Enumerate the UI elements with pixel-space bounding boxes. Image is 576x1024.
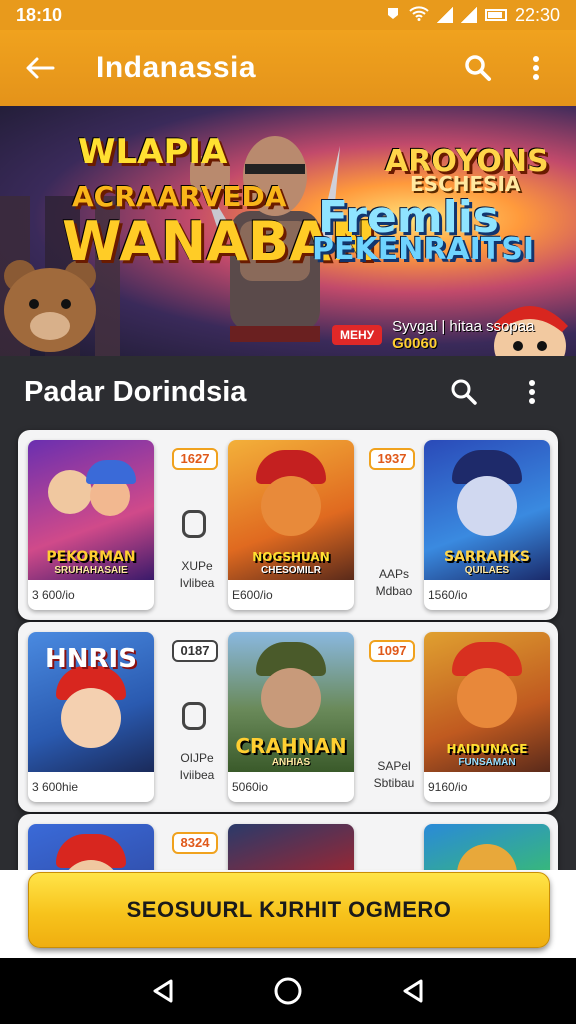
- system-nav-bar: [0, 958, 576, 1024]
- game-mini-item[interactable]: 1937 AAPs Mdbao: [363, 440, 423, 610]
- game-thumbnail: PEKORMAN SRUHAHASAIE: [28, 440, 154, 580]
- nav-back-icon[interactable]: [143, 971, 183, 1011]
- cta-button[interactable]: SEOSUURL KJRHIT OGMERO: [28, 872, 550, 948]
- game-mini-item[interactable]: 1627 XUPe Ivlibea: [166, 440, 226, 610]
- section-header: Padar Dorindsia: [0, 356, 576, 428]
- wifi-icon: [409, 5, 429, 26]
- game-label: E600/io: [232, 588, 273, 602]
- banner-caption-highlight: G0060: [392, 335, 438, 352]
- game-title: HNRIS: [45, 644, 137, 674]
- game-subtitle: FUNSAMAN: [458, 757, 516, 768]
- battery-icon: [484, 9, 507, 21]
- mini-badge: 8324: [172, 832, 218, 854]
- mini-text: SAPel Sbtibau: [367, 758, 421, 792]
- mini-text: OIJPe Iviibea: [170, 750, 224, 784]
- game-card[interactable]: SARRAHKS QUILAES 1560/io: [424, 440, 550, 610]
- game-label: 3 600/io: [32, 588, 75, 602]
- signal-icon-2: [460, 7, 477, 23]
- back-arrow-icon[interactable]: [20, 48, 60, 88]
- app-screen: 18:10 22:30 Indanassia WLAPIA ACRAARVEDA…: [0, 0, 576, 1024]
- promo-banner[interactable]: WLAPIA ACRAARVEDA WANABAN AROYONS ESCHES…: [0, 106, 576, 356]
- notification-icon: [385, 5, 401, 26]
- game-card[interactable]: HNRIS 3 600hie: [28, 632, 154, 802]
- mini-text-line-1: SAPel: [377, 759, 411, 773]
- mini-text: AAPs Mdbao: [367, 566, 421, 600]
- section-search-icon[interactable]: [444, 372, 484, 412]
- banner-badge: МЕНУ: [332, 325, 383, 345]
- banner-caption-text: Syvgal | hitaa ssopaa: [392, 318, 535, 335]
- mini-text-line-2: Mdbao: [375, 584, 413, 598]
- game-thumbnail: HNRIS: [28, 632, 154, 772]
- game-title: HAIDUNAGE: [446, 742, 528, 756]
- game-title: CRAHNAN: [235, 734, 347, 758]
- nav-home-icon[interactable]: [268, 971, 308, 1011]
- game-label: 5060io: [232, 780, 269, 794]
- game-card[interactable]: HAIDUNAGE FUNSAMAN 9160/io: [424, 632, 550, 802]
- banner-caption: Syvgal | hitaa ssopaa G0060: [392, 318, 576, 352]
- mini-badge: 1937: [369, 448, 415, 470]
- banner-headline-7: PEKENRAITSI: [312, 232, 535, 267]
- mini-badge: 1097: [369, 640, 415, 662]
- app-actions: [458, 48, 556, 88]
- banner-headline-1: WLAPIA: [78, 132, 228, 172]
- game-mini-item[interactable]: 0187 OIJPe Iviibea: [166, 632, 226, 802]
- game-thumbnail: NOGSHUAN CHESOMILR: [228, 440, 354, 580]
- mini-text: XUPe Ivlibea: [170, 558, 224, 592]
- game-thumbnail: HAIDUNAGE FUNSAMAN: [424, 632, 550, 772]
- status-time: 18:10: [16, 4, 63, 25]
- mini-text-line-2: Ivlibea: [179, 576, 215, 590]
- banner-headline-2: ACRAARVEDA: [72, 180, 287, 213]
- hexagon-icon: [182, 510, 206, 538]
- game-label: 9160/io: [428, 780, 468, 794]
- game-label: 3 600hie: [32, 780, 79, 794]
- game-subtitle: SRUHAHASAIE: [54, 565, 128, 576]
- game-title: NOGSHUAN: [252, 550, 330, 564]
- search-icon[interactable]: [458, 48, 498, 88]
- mini-text-line-2: Sbtibau: [373, 776, 415, 790]
- banner-caption-strip: МЕНУ Syvgal | hitaa ssopaa G0060: [332, 318, 576, 352]
- status-clock: 22:30: [514, 4, 560, 25]
- more-vert-icon[interactable]: [516, 48, 556, 88]
- game-subtitle: ANHIAS: [271, 757, 311, 768]
- game-label: 1560/io: [428, 588, 468, 602]
- section-actions: [444, 372, 552, 412]
- mini-text-line-1: OIJPe: [180, 751, 214, 765]
- mini-badge: 1627: [172, 448, 218, 470]
- game-title: PEKORMAN: [46, 549, 136, 565]
- mini-badge: 0187: [172, 640, 218, 662]
- game-thumbnail: CRAHNAN ANHIAS: [228, 632, 354, 772]
- game-thumbnail: SARRAHKS QUILAES: [424, 440, 550, 580]
- game-subtitle: CHESOMILR: [261, 565, 321, 576]
- status-icons: 22:30: [385, 5, 560, 26]
- game-mini-item[interactable]: 1097 SAPel Sbtibau: [363, 632, 423, 802]
- mini-text-line-1: XUPe: [181, 559, 213, 573]
- game-card[interactable]: CRAHNAN ANHIAS 5060io: [228, 632, 354, 802]
- app-title: Indanassia: [96, 51, 257, 84]
- game-row-2: HNRIS 3 600hie 0187 OIJPe Iviibea CRAHNA…: [18, 622, 558, 812]
- hexagon-icon: [182, 702, 206, 730]
- game-card[interactable]: NOGSHUAN CHESOMILR E600/io: [228, 440, 354, 610]
- mini-text-line-1: AAPs: [378, 567, 409, 581]
- app-bar: Indanassia: [0, 30, 576, 106]
- game-row-1: PEKORMAN SRUHAHASAIE 3 600/io 1627 XUPe …: [18, 430, 558, 620]
- signal-icon: [436, 7, 453, 23]
- game-card[interactable]: PEKORMAN SRUHAHASAIE 3 600/io: [28, 440, 154, 610]
- game-subtitle: QUILAES: [464, 565, 510, 576]
- nav-recents-icon[interactable]: [393, 971, 433, 1011]
- game-title: SARRAHKS: [444, 549, 530, 565]
- section-title: Padar Dorindsia: [24, 375, 247, 408]
- section-more-vert-icon[interactable]: [512, 372, 552, 412]
- mini-text-line-2: Iviibea: [179, 768, 215, 782]
- status-bar: 18:10 22:30: [0, 0, 576, 30]
